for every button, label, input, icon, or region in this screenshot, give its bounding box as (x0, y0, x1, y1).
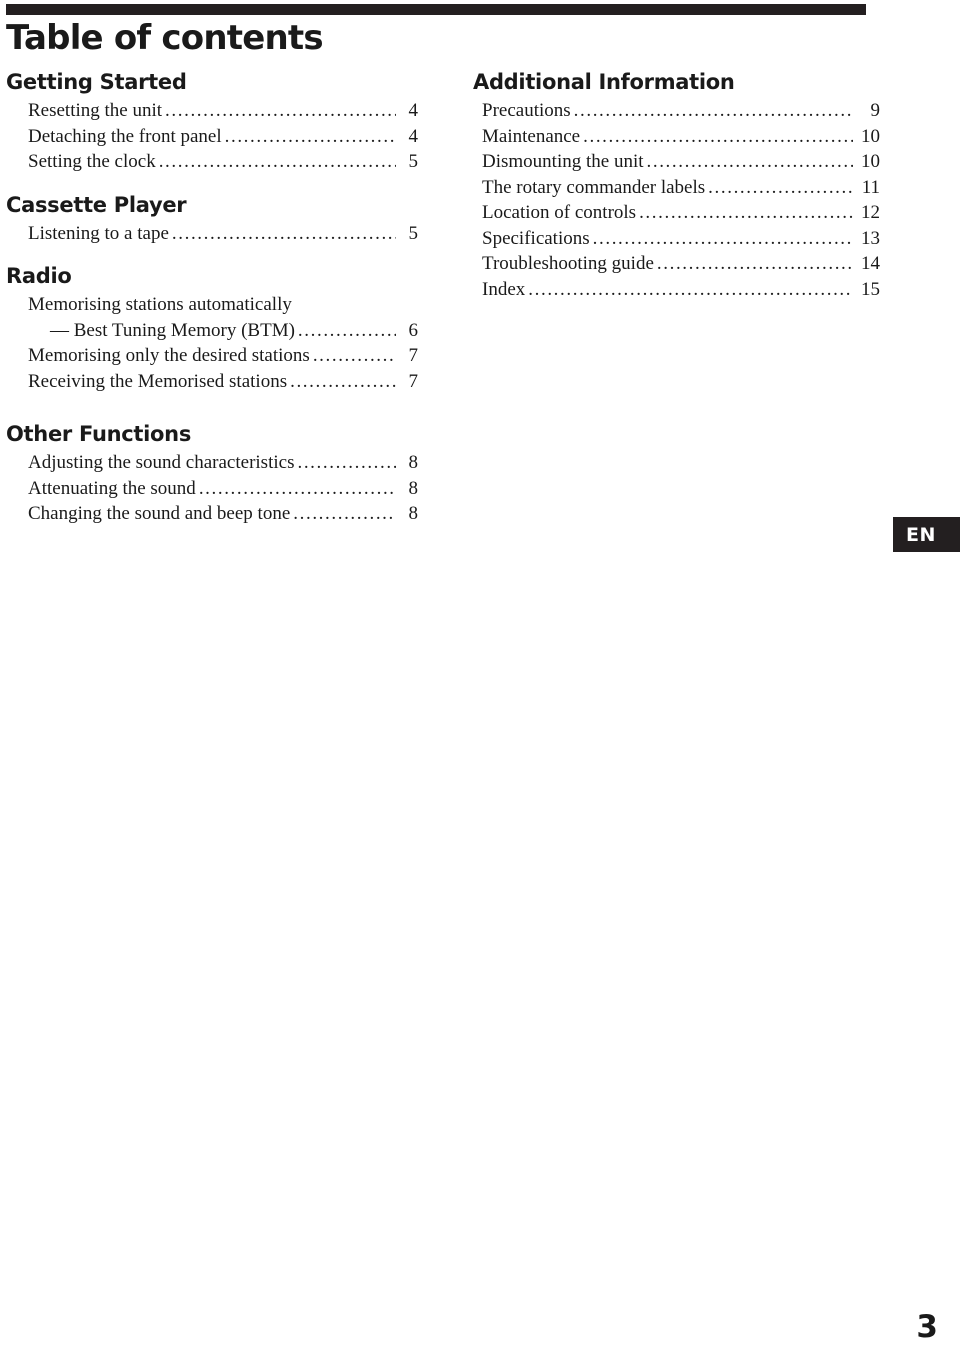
toc-entry-label: Listening to a tape (28, 222, 169, 244)
dot-leader: ........................................… (646, 151, 854, 172)
toc-section-heading: Additional Information (473, 70, 735, 94)
toc-section: Additional Information Precautions.......… (473, 68, 880, 302)
toc-entry-page: 13 (861, 227, 880, 249)
toc-entry[interactable]: Adjusting the sound characteristics.....… (6, 450, 418, 476)
dot-leader: ........................................… (583, 125, 853, 147)
toc-entry-page: 7 (408, 370, 419, 392)
toc-entry-label: Adjusting the sound characteristics (28, 452, 295, 473)
dot-leader: ........................................… (198, 477, 396, 499)
toc-entry-label: Specifications (482, 227, 590, 249)
toc-entry-label: Location of controls (482, 202, 637, 223)
toc-section-heading: Cassette Player (6, 192, 187, 217)
toc-entry-label: Troubleshooting guide (482, 253, 654, 274)
toc-section-heading: Radio (6, 264, 72, 288)
page-title: Table of contents (6, 18, 324, 58)
toc-entry[interactable]: Attenuating the sound...................… (6, 476, 418, 502)
toc-entry-page: 10 (861, 125, 880, 147)
toc-entry[interactable]: Memorising stations automatically — Best … (6, 292, 418, 343)
toc-entry-page: 14 (861, 253, 880, 274)
dot-leader: ........................................… (165, 100, 396, 121)
toc-entry-page: 7 (408, 345, 419, 366)
toc-entry-label: Attenuating the sound (28, 477, 196, 499)
toc-entry-page: 8 (408, 477, 419, 499)
dot-leader: ........................................… (158, 151, 396, 172)
dot-leader: ........................................… (293, 503, 396, 524)
toc-entry-label: Memorising stations automatically (28, 294, 292, 315)
toc-entry-label: Dismounting the unit (482, 151, 644, 172)
toc-entry[interactable]: Troubleshooting guide...................… (473, 251, 880, 277)
toc-entry-label: Detaching the front panel (28, 125, 222, 147)
toc-entry-page: 6 (408, 319, 419, 341)
toc-entry[interactable]: The rotary commander labels.............… (473, 175, 880, 201)
toc-entry[interactable]: Index...................................… (473, 277, 880, 303)
toc-section: Radio Memorising stations automatically — … (6, 262, 418, 394)
dot-leader: ........................................… (312, 345, 396, 366)
toc-entry-label: Maintenance (482, 125, 581, 147)
toc-entry-label: Changing the sound and beep tone (28, 503, 291, 524)
dot-leader: ........................................… (656, 253, 853, 274)
toc-entry[interactable]: Setting the clock.......................… (6, 149, 418, 175)
toc-entry-page: 8 (408, 503, 419, 524)
dot-leader: ........................................… (224, 125, 396, 147)
toc-entry[interactable]: Maintenance.............................… (473, 124, 880, 150)
dot-leader: ........................................… (573, 100, 853, 121)
dot-leader: ........................................… (708, 176, 853, 198)
toc-entry-label: Resetting the unit (28, 100, 163, 121)
toc-entry-page: 5 (408, 222, 419, 244)
toc-entry[interactable]: Listening to a tape.....................… (6, 221, 418, 247)
toc-section: Getting Started Resetting the unit.......… (6, 68, 418, 175)
toc-entry-label: Precautions (482, 100, 571, 121)
toc-section-heading: Getting Started (6, 70, 187, 94)
toc-column-left: Getting Started Resetting the unit.......… (6, 68, 418, 527)
toc-entry[interactable]: Dismounting the unit....................… (473, 149, 880, 175)
page-number: 3 (916, 1309, 938, 1345)
toc-entry[interactable]: Memorising only the desired stations....… (6, 343, 418, 369)
toc-entry[interactable]: Resetting the unit......................… (6, 98, 418, 124)
toc-entry-page: 5 (408, 151, 419, 172)
toc-column-right: Additional Information Precautions.......… (473, 68, 880, 302)
toc-entry-page: 15 (861, 278, 880, 300)
toc-entry[interactable]: Receiving the Memorised stations........… (6, 369, 418, 395)
dot-leader: ........................................… (592, 227, 853, 249)
toc-entry-page: 12 (861, 202, 880, 223)
toc-entry-label: The rotary commander labels (482, 176, 706, 198)
language-badge: EN (893, 517, 960, 552)
dot-leader: ........................................… (171, 222, 396, 244)
toc-entry-label: Index (482, 278, 526, 300)
toc-entry[interactable]: Detaching the front panel...............… (6, 124, 418, 150)
toc-section-heading: Other Functions (6, 422, 192, 446)
toc-entry[interactable]: Precautions.............................… (473, 98, 880, 124)
dot-leader: ........................................… (639, 202, 853, 223)
toc-entry-page: 11 (861, 176, 880, 198)
toc-entry-page: 4 (408, 100, 419, 121)
dot-leader: ........................................… (528, 278, 853, 300)
toc-entry-page: 4 (408, 125, 419, 147)
toc-entry-page: 9 (870, 100, 881, 121)
header-rule (6, 4, 866, 15)
toc-entry-label: Memorising only the desired stations (28, 345, 310, 366)
toc-entry-label: Receiving the Memorised stations (28, 370, 288, 392)
toc-entry-label-continued: — Best Tuning Memory (BTM) (50, 319, 295, 341)
dot-leader: ........................................… (297, 452, 396, 473)
toc-entry[interactable]: Location of controls....................… (473, 200, 880, 226)
toc-entry[interactable]: Changing the sound and beep tone........… (6, 501, 418, 527)
toc-section: Other Functions Adjusting the sound chara… (6, 420, 418, 527)
dot-leader: ........................................… (297, 319, 396, 341)
toc-section: Cassette Player Listening to a tape......… (6, 191, 418, 247)
toc-entry-page: 10 (861, 151, 880, 172)
dot-leader: ........................................… (290, 370, 396, 392)
toc-entry[interactable]: Specifications..........................… (473, 226, 880, 252)
toc-entry-label: Setting the clock (28, 151, 156, 172)
toc-entry-page: 8 (408, 452, 419, 473)
